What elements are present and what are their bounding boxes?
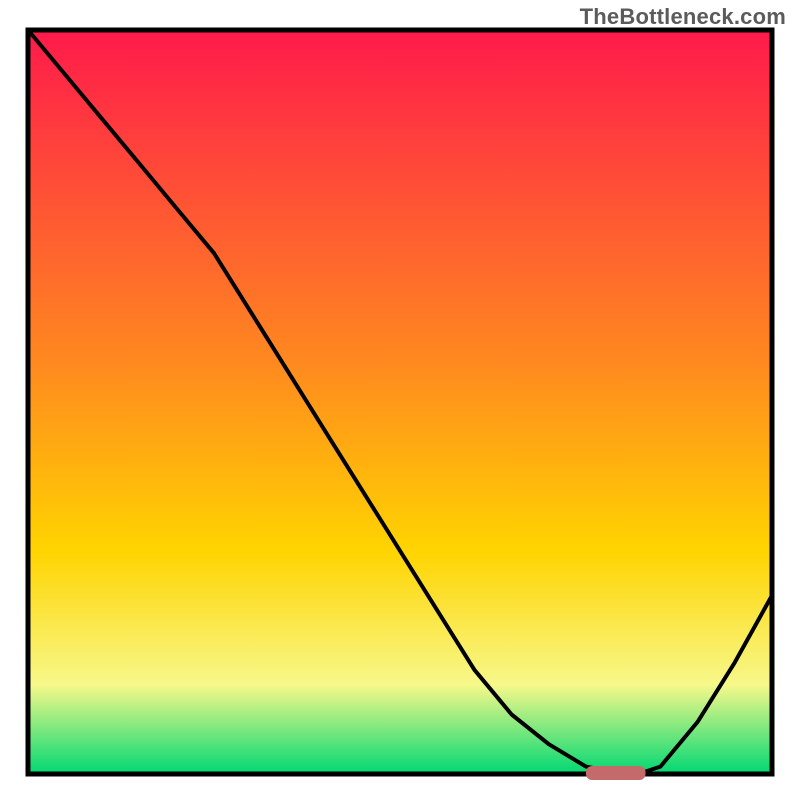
plot-background [28,30,772,774]
watermark-text: TheBottleneck.com [580,4,786,30]
chart-container: TheBottleneck.com [0,0,800,800]
bottleneck-chart [0,0,800,800]
optimal-marker [586,766,646,780]
